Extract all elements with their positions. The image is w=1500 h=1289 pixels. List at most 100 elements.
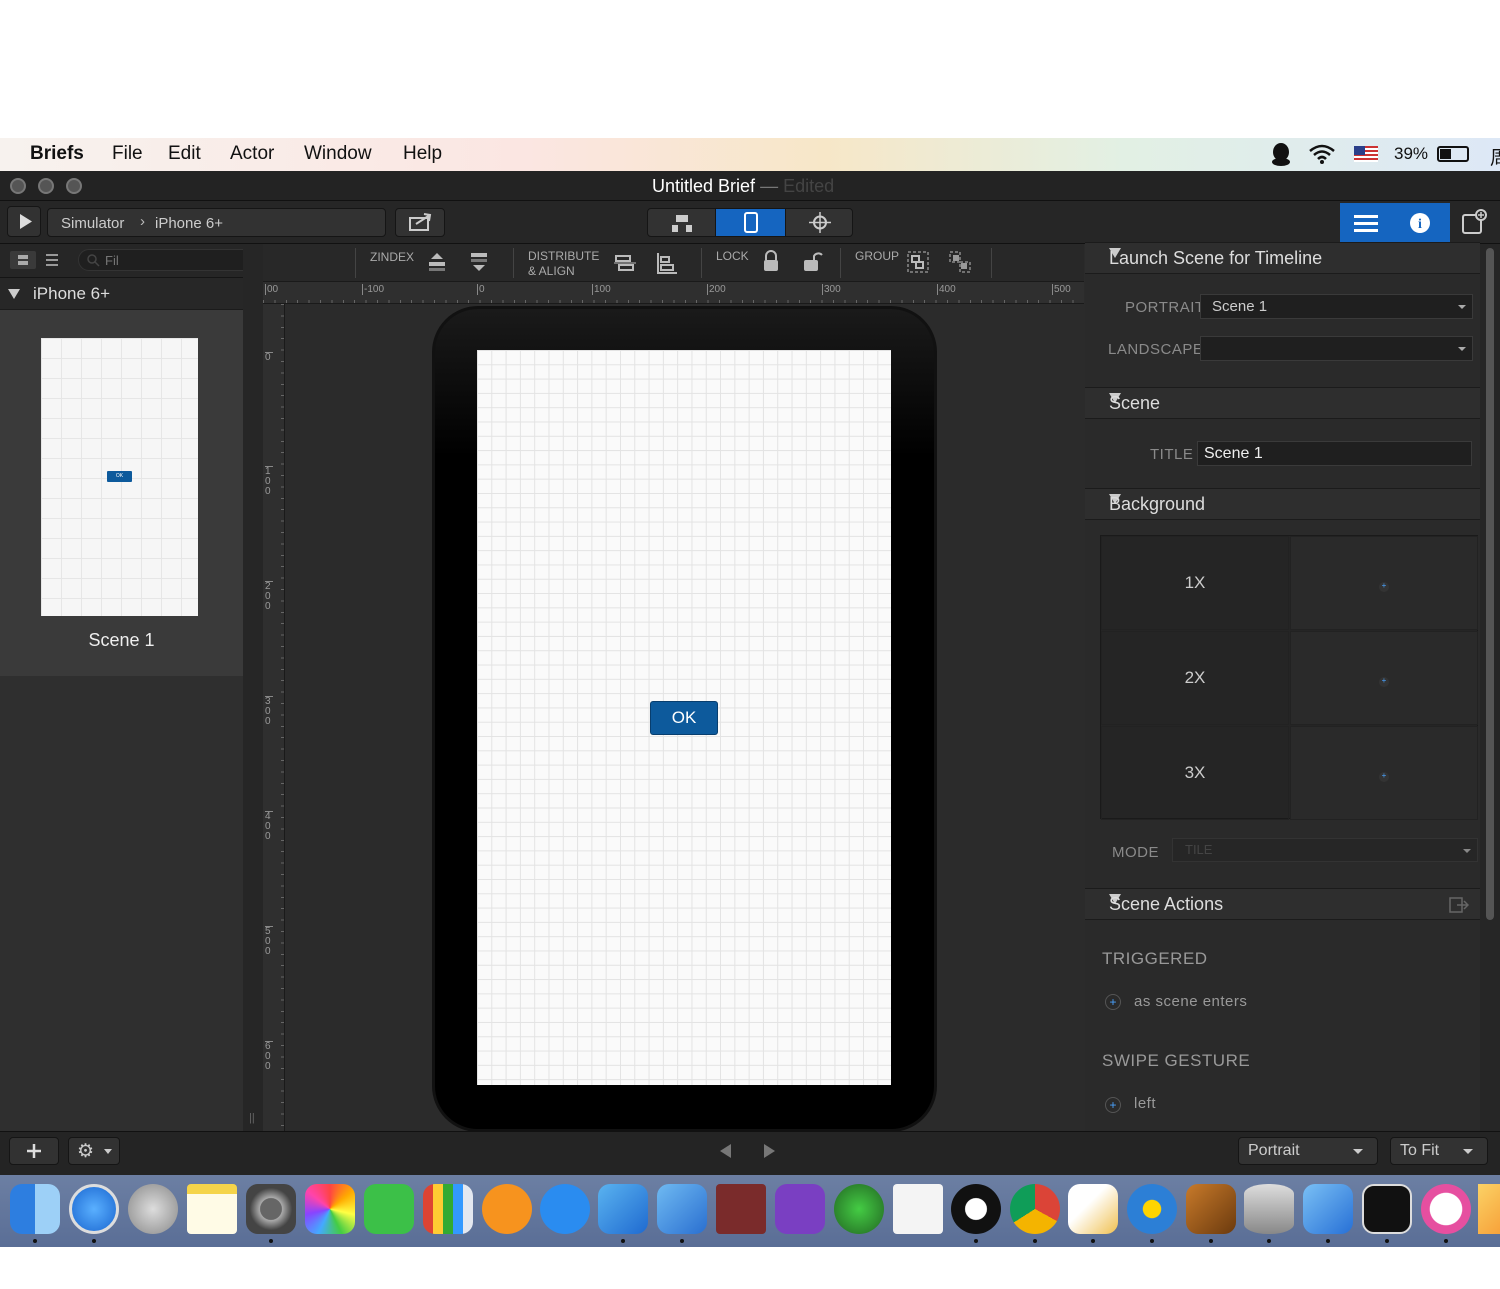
list-view-icon[interactable] bbox=[1354, 213, 1380, 238]
group-icon[interactable] bbox=[906, 250, 930, 277]
previous-scene-icon[interactable] bbox=[720, 1144, 731, 1158]
distribute-icon[interactable] bbox=[613, 251, 637, 278]
sketch-icon[interactable] bbox=[1068, 1184, 1118, 1234]
notes-icon[interactable] bbox=[187, 1184, 237, 1234]
menu-actor[interactable]: Actor bbox=[230, 143, 274, 165]
launchpad-icon[interactable] bbox=[128, 1184, 178, 1234]
add-image-icon[interactable]: + bbox=[1379, 582, 1389, 592]
scene-filter-input[interactable] bbox=[78, 249, 254, 271]
unlock-icon[interactable] bbox=[801, 250, 823, 275]
sequel-pro-icon[interactable] bbox=[1244, 1184, 1294, 1234]
disclosure-triangle-icon[interactable] bbox=[8, 289, 20, 299]
qq-status-icon[interactable] bbox=[1271, 142, 1291, 166]
menu-edit[interactable]: Edit bbox=[168, 143, 201, 165]
trigger-item[interactable]: as scene enters bbox=[1134, 993, 1247, 1010]
scene-settings-button[interactable]: ⚙ bbox=[68, 1137, 120, 1165]
terminal-icon[interactable] bbox=[1362, 1184, 1412, 1234]
scrollbar-thumb[interactable] bbox=[1486, 248, 1494, 920]
minimize-button[interactable] bbox=[38, 178, 54, 194]
share-button[interactable] bbox=[395, 208, 445, 237]
add-image-icon[interactable]: + bbox=[1379, 772, 1389, 782]
chrome-icon[interactable] bbox=[1010, 1184, 1060, 1234]
package-icon[interactable] bbox=[1186, 1184, 1236, 1234]
scene-thumbnail[interactable]: OK bbox=[41, 338, 198, 616]
play-button[interactable] bbox=[7, 206, 41, 237]
ungroup-icon[interactable] bbox=[948, 250, 972, 277]
app-store-icon[interactable] bbox=[540, 1184, 590, 1234]
next-scene-icon[interactable] bbox=[764, 1144, 775, 1158]
info-icon[interactable]: i bbox=[1409, 212, 1431, 239]
bring-forward-icon[interactable] bbox=[426, 251, 448, 276]
qq-icon[interactable] bbox=[951, 1184, 1001, 1234]
menu-window[interactable]: Window bbox=[304, 143, 372, 165]
portrait-scene-select[interactable]: Scene 1 bbox=[1200, 294, 1473, 319]
background-2x-drop[interactable]: + bbox=[1290, 631, 1478, 725]
wifi-icon[interactable] bbox=[1308, 143, 1336, 171]
itunes-icon[interactable] bbox=[1421, 1184, 1471, 1234]
finder-icon[interactable] bbox=[10, 1184, 60, 1234]
send-backward-icon[interactable] bbox=[468, 251, 490, 276]
add-trigger-icon[interactable]: + bbox=[1105, 994, 1121, 1010]
menu-app-name[interactable]: Briefs bbox=[30, 143, 84, 165]
simulator-icon[interactable] bbox=[657, 1184, 707, 1234]
simulator-breadcrumb[interactable]: Simulator › iPhone 6+ bbox=[47, 208, 386, 237]
orientation-select[interactable]: Portrait bbox=[1238, 1137, 1378, 1165]
battery-percent[interactable]: 39% bbox=[1394, 144, 1428, 164]
xcode-icon[interactable] bbox=[598, 1184, 648, 1234]
textedit-icon[interactable] bbox=[893, 1184, 943, 1234]
input-source-flag-icon[interactable] bbox=[1354, 146, 1378, 162]
device-view-icon[interactable] bbox=[716, 209, 786, 236]
device-group-header[interactable]: iPhone 6+ bbox=[0, 278, 243, 310]
numbers-icon[interactable] bbox=[423, 1184, 473, 1234]
background-1x-drop[interactable]: + bbox=[1290, 536, 1478, 630]
sketch-gem-icon[interactable] bbox=[1478, 1184, 1500, 1234]
align-icon[interactable] bbox=[655, 251, 679, 278]
wizard-icon[interactable] bbox=[834, 1184, 884, 1234]
ok-button-actor[interactable]: OK bbox=[650, 701, 718, 735]
add-image-icon[interactable]: + bbox=[1379, 677, 1389, 687]
landscape-scene-select[interactable] bbox=[1200, 336, 1473, 361]
background-3x-drop[interactable]: + bbox=[1290, 726, 1478, 820]
scene-thumbnail-item[interactable]: OK Scene 1 bbox=[0, 310, 243, 676]
add-window-icon[interactable] bbox=[1461, 209, 1489, 240]
scene-title-input[interactable] bbox=[1197, 441, 1472, 466]
system-preferences-icon[interactable] bbox=[246, 1184, 296, 1234]
panel-splitter[interactable]: || bbox=[243, 244, 263, 1131]
close-button[interactable] bbox=[10, 178, 26, 194]
zoom-button[interactable] bbox=[66, 178, 82, 194]
add-swipe-icon[interactable]: + bbox=[1105, 1097, 1121, 1113]
lock-icon[interactable] bbox=[761, 250, 781, 275]
scene-actions-header[interactable]: Scene Actions bbox=[1085, 888, 1480, 920]
breadcrumb-device[interactable]: iPhone 6+ bbox=[155, 215, 223, 232]
scene-section-header[interactable]: Scene bbox=[1085, 387, 1480, 419]
instruments-icon[interactable] bbox=[1303, 1184, 1353, 1234]
breadcrumb-simulator[interactable]: Simulator bbox=[61, 215, 124, 232]
structure-view-icon[interactable] bbox=[648, 209, 716, 236]
facetime-icon[interactable] bbox=[364, 1184, 414, 1234]
swipe-item[interactable]: left bbox=[1134, 1095, 1156, 1112]
scene-section-title: Scene bbox=[1109, 393, 1161, 413]
dictionary-icon[interactable] bbox=[716, 1184, 766, 1234]
menu-help[interactable]: Help bbox=[403, 143, 442, 165]
background-section-header[interactable]: Background bbox=[1085, 488, 1480, 520]
inspector-scrollbar[interactable] bbox=[1480, 244, 1500, 1131]
battery-icon[interactable] bbox=[1437, 146, 1469, 162]
dash-icon[interactable] bbox=[775, 1184, 825, 1234]
add-scene-button[interactable] bbox=[9, 1137, 59, 1165]
launch-scene-header[interactable]: Launch Scene for Timeline bbox=[1085, 242, 1480, 274]
crosshair-view-icon[interactable] bbox=[786, 209, 852, 236]
grid-view-icon[interactable] bbox=[10, 251, 36, 269]
zoom-select[interactable]: To Fit bbox=[1390, 1137, 1488, 1165]
ibooks-icon[interactable] bbox=[482, 1184, 532, 1234]
photos-icon[interactable] bbox=[305, 1184, 355, 1234]
list-mode-icon[interactable] bbox=[42, 251, 62, 274]
sourcetree-icon[interactable] bbox=[1127, 1184, 1177, 1234]
thumbnail-ok-button: OK bbox=[107, 471, 132, 482]
date-clock-glyph[interactable]: 周 bbox=[1490, 143, 1500, 170]
distribute-label-1: DISTRIBUTE bbox=[528, 249, 600, 263]
add-action-icon[interactable] bbox=[1449, 897, 1470, 918]
mode-select[interactable]: TILE bbox=[1172, 838, 1478, 862]
safari-icon[interactable] bbox=[69, 1184, 119, 1234]
splitter-grip-icon[interactable]: || bbox=[249, 1112, 255, 1124]
menu-file[interactable]: File bbox=[112, 143, 143, 165]
